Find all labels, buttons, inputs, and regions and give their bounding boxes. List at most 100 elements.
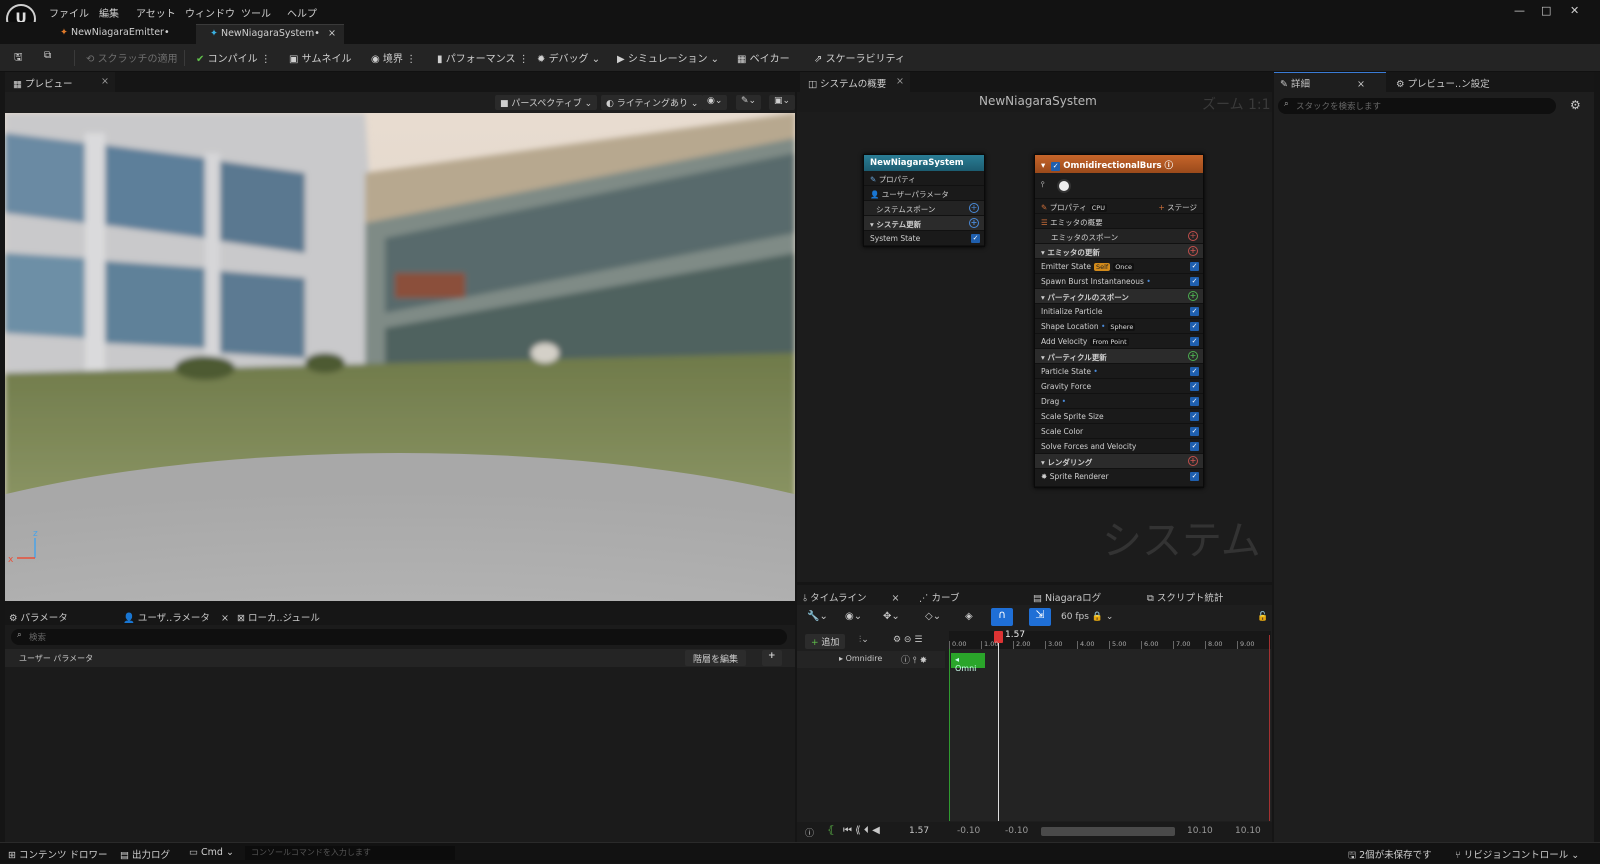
edit-hierarchy-button[interactable]: 階層を編集 — [685, 650, 747, 666]
info-icon[interactable]: ⓘ — [1165, 161, 1174, 171]
tab-local-modules[interactable]: ⊠ ローカ..ジュール — [237, 610, 320, 624]
add-velocity-row[interactable]: Add Velocity From Point ✓ — [1035, 334, 1203, 349]
range-end-view[interactable]: 10.10 — [1187, 826, 1213, 836]
eye-icon[interactable]: ◉⌄ — [845, 611, 862, 622]
scalability-button[interactable]: ⇗ スケーラビリティ — [814, 50, 905, 65]
info-icon[interactable]: ⓘ — [805, 826, 814, 839]
revision-control-button[interactable]: ⑂ リビジョンコントロール ⌄ — [1455, 847, 1579, 861]
settings-icon[interactable]: ✎⌄ — [736, 95, 762, 110]
layout-icon[interactable]: ▣⌄ — [769, 95, 796, 110]
unsaved-indicator[interactable]: 🖫 2個が未保存です — [1348, 847, 1432, 864]
minimize-icon[interactable]: — — [1514, 4, 1525, 17]
filter-icon[interactable]: ⫶⌄ — [859, 635, 869, 645]
tab-parameters[interactable]: ⚙ パラメータ — [9, 610, 68, 624]
scale-sprite-row[interactable]: Scale Sprite Size ✓ — [1035, 409, 1203, 424]
scale-color-row[interactable]: Scale Color ✓ — [1035, 424, 1203, 439]
sprite-renderer-row[interactable]: ✸ Sprite Renderer ✓ — [1035, 469, 1203, 487]
add-module-icon[interactable]: + — [969, 218, 979, 228]
add-module-icon[interactable]: + — [969, 203, 979, 213]
tab-niagara-log[interactable]: ▤ Niagaraログ — [1033, 590, 1101, 604]
range-end[interactable]: 10.10 — [1235, 826, 1261, 836]
save-icon[interactable]: 🖫 — [14, 50, 23, 67]
menu-window[interactable]: ウィンドウ — [185, 5, 235, 20]
checkbox-icon[interactable]: ✓ — [971, 234, 980, 243]
browse-icon[interactable]: ⧉ — [44, 50, 51, 61]
emitter-state-row[interactable]: Emitter State Self Once ✓ — [1035, 259, 1203, 274]
add-stage-button[interactable]: + ステージ — [1158, 202, 1197, 213]
bounds-button[interactable]: ◉ 境界 ⋮ — [371, 50, 416, 65]
tab-system[interactable]: ✦ NewNiagaraSystem• × — [196, 24, 344, 44]
param-search-input[interactable]: ⌕ 検索 — [11, 629, 787, 645]
performance-button[interactable]: ▮ パフォーマンス ⋮ — [437, 50, 529, 65]
snap-icon[interactable]: ✥⌄ — [883, 611, 900, 622]
stack-search-input[interactable]: ⌕ スタックを検索します — [1278, 98, 1556, 114]
add-param-button[interactable]: + — [762, 650, 782, 666]
particle-state-row[interactable]: Particle State • ✓ — [1035, 364, 1203, 379]
compile-button[interactable]: ✔ コンパイル ⋮ — [196, 50, 271, 65]
thumbnail-button[interactable]: ▣ サムネイル — [289, 50, 351, 65]
pin-icon[interactable]: ⫯ — [1041, 180, 1044, 190]
gravity-row[interactable]: Gravity Force ✓ — [1035, 379, 1203, 394]
emitter-clip[interactable]: ◂ Omni — [951, 653, 985, 673]
current-time[interactable]: 1.57 — [909, 826, 929, 836]
tab-user-params[interactable]: 👤 ユーザ..ラメータ × — [123, 610, 229, 624]
simulation-button[interactable]: ▶ シミュレーション ⌄ — [617, 50, 719, 65]
show-icon[interactable]: ◉⌄ — [702, 95, 728, 110]
emitter-summary-row[interactable]: ☰ エミッタの概要 — [1035, 214, 1203, 229]
emitter-spawn-row[interactable]: エミッタのスポーン + — [1035, 229, 1203, 244]
track-icons[interactable]: ⓘ ⫯ ✸ — [901, 653, 927, 666]
system-update-row[interactable]: ▾ システム更新 + — [864, 216, 984, 231]
tab-preview-settings[interactable]: ⚙ プレビュー..ン設定 — [1396, 76, 1490, 90]
content-drawer-button[interactable]: ⊞ コンテンツ ドロワー — [8, 847, 108, 861]
menu-tools[interactable]: ツール — [241, 5, 271, 20]
output-log-button[interactable]: ▤ 出力ログ — [120, 847, 170, 861]
system-user-params-row[interactable]: 👤 ユーザーパラメータ — [864, 186, 984, 201]
emitter-update-row[interactable]: ▾ エミッタの更新 + — [1035, 244, 1203, 259]
spawn-burst-row[interactable]: Spawn Burst Instantaneous • ✓ — [1035, 274, 1203, 289]
drag-row[interactable]: Drag • ✓ — [1035, 394, 1203, 409]
track-emitter[interactable]: ▸ Omnidire — [839, 654, 882, 663]
debug-button[interactable]: ✹ デバッグ ⌄ — [537, 50, 600, 65]
menu-asset[interactable]: アセット — [136, 5, 176, 20]
menu-help[interactable]: ヘルプ — [287, 5, 317, 20]
timeline-scrollbar[interactable] — [1041, 827, 1175, 836]
close-tab-icon[interactable]: × — [328, 28, 336, 39]
console-input[interactable]: コンソールコマンドを入力します — [245, 846, 455, 860]
fps-selector[interactable]: 60 fps 🔒 ⌄ — [1061, 612, 1113, 622]
init-particle-row[interactable]: Initialize Particle ✓ — [1035, 304, 1203, 319]
solve-forces-row[interactable]: Solve Forces and Velocity ✓ — [1035, 439, 1203, 454]
shape-location-row[interactable]: Shape Location • Sphere ✓ — [1035, 319, 1203, 334]
system-overview-graph[interactable]: NewNiagaraSystem ズーム 1:1 システム NewNiagara… — [797, 92, 1272, 582]
playback-controls[interactable]: ⏮ ⟪ ⏴ ◀ — [843, 825, 880, 836]
system-properties-row[interactable]: ✎ プロパティ — [864, 171, 984, 186]
system-spawn-row[interactable]: システムスポーン + — [864, 201, 984, 216]
rendering-row[interactable]: ▾ レンダリング + — [1035, 454, 1203, 469]
lighting-button[interactable]: ◐ ライティングあり ⌄ — [601, 95, 704, 110]
tab-curves[interactable]: ⋰ カーブ — [919, 590, 959, 604]
emitter-node[interactable]: ▾ ✓ OmnidirectionalBurs ⓘ ⫯ ✎ プロパティ CPU + ス… — [1034, 154, 1204, 488]
menu-edit[interactable]: 編集 — [99, 5, 119, 20]
tab-system-overview[interactable]: ◫ システムの概要 × — [800, 72, 910, 92]
cmd-selector[interactable]: ▭ Cmd ⌄ — [189, 847, 234, 858]
lock-icon[interactable]: 🔓 — [1257, 612, 1268, 622]
emitter-node-title[interactable]: ▾ ✓ OmnidirectionalBurs ⓘ — [1035, 155, 1203, 173]
enable-checkbox-icon[interactable]: ✓ — [1051, 162, 1061, 171]
range-start[interactable]: -0.10 — [957, 826, 980, 836]
tab-timeline[interactable]: ⫰ タイムライン × — [803, 590, 900, 604]
perspective-button[interactable]: ■ パースペクティブ ⌄ — [495, 95, 598, 110]
tab-script-stats[interactable]: ⧉ スクリプト統計 — [1147, 590, 1223, 604]
particle-spawn-row[interactable]: ▾ パーティクルのスポーン + — [1035, 289, 1203, 304]
range-start-view[interactable]: -0.10 — [1005, 826, 1028, 836]
close-window-icon[interactable]: ✕ — [1570, 4, 1579, 17]
preview-viewport[interactable]: z x — [5, 113, 795, 601]
range-start-icon[interactable]: ⦃ — [827, 825, 834, 836]
system-state-row[interactable]: System State ✓ — [864, 231, 984, 246]
maximize-icon[interactable]: □ — [1541, 4, 1551, 17]
menu-file[interactable]: ファイル — [49, 5, 89, 20]
cursor-snap-icon[interactable]: ⇲ — [1029, 608, 1051, 626]
baker-button[interactable]: ▦ ベイカー — [737, 50, 790, 65]
close-icon[interactable]: × — [896, 76, 904, 87]
system-node[interactable]: NewNiagaraSystem ✎ プロパティ 👤 ユーザーパラメータ システ… — [863, 154, 985, 247]
key-icon[interactable]: ◇⌄ — [925, 611, 941, 622]
keyframe-icon[interactable]: ◈ — [965, 611, 973, 622]
